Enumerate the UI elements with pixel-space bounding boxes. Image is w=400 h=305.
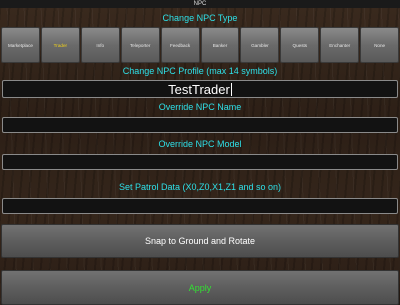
patrol-data-input[interactable]: [2, 198, 398, 214]
text-caret: [230, 82, 232, 96]
npc-type-label: Change NPC Type: [162, 13, 238, 23]
type-button-feedback[interactable]: Feedback: [160, 27, 200, 63]
snap-to-ground-label: Snap to Ground and Rotate: [144, 236, 256, 246]
type-button-gambler[interactable]: Gambler: [240, 27, 280, 63]
type-button-banker[interactable]: Banker: [200, 27, 240, 63]
npc-type-button-row: Marketplace Trader Info Teleporter Feedb…: [1, 27, 400, 63]
window-title: NPC: [0, 0, 400, 8]
type-button-teleporter[interactable]: Teleporter: [120, 27, 160, 63]
type-button-enchanter[interactable]: Enchanter: [320, 27, 360, 63]
npc-profile-label: Change NPC Profile (max 14 symbols): [122, 66, 278, 76]
npc-model-input[interactable]: [2, 154, 398, 170]
npc-profile-input[interactable]: TestTrader: [2, 80, 398, 98]
npc-profile-value: TestTrader: [168, 81, 230, 97]
npc-model-label: Override NPC Model: [158, 139, 242, 149]
npc-name-label: Override NPC Name: [158, 102, 242, 112]
apply-label: Apply: [188, 282, 212, 293]
type-button-quests[interactable]: Quests: [280, 27, 320, 63]
snap-to-ground-button[interactable]: Snap to Ground and Rotate: [1, 224, 399, 258]
patrol-data-label: Set Patrol Data (X0,Z0,X1,Z1 and so on): [118, 182, 282, 192]
apply-button[interactable]: Apply: [1, 270, 399, 305]
type-button-marketplace[interactable]: Marketplace: [1, 27, 40, 63]
type-button-trader[interactable]: Trader: [40, 27, 80, 63]
type-button-none[interactable]: None: [360, 27, 400, 63]
type-button-info[interactable]: Info: [80, 27, 120, 63]
npc-name-input[interactable]: [2, 117, 398, 133]
